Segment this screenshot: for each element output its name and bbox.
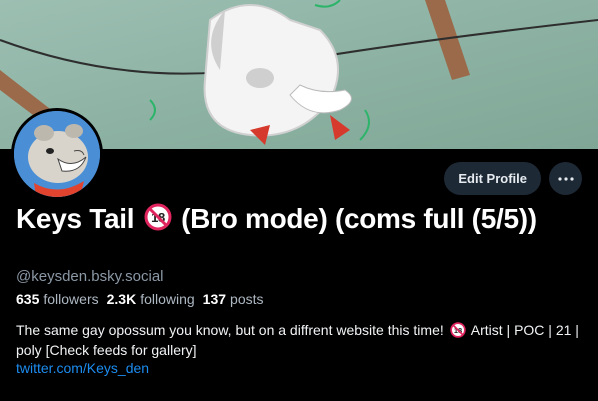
- no-under-18-icon: 18: [144, 203, 172, 231]
- profile-actions: Edit Profile: [444, 162, 582, 195]
- posts-stat: 137 posts: [203, 291, 264, 307]
- profile-link[interactable]: twitter.com/Keys_den: [16, 360, 149, 376]
- more-options-button[interactable]: [549, 162, 582, 195]
- followers-stat[interactable]: 635 followers: [16, 291, 99, 307]
- profile-avatar[interactable]: [11, 108, 103, 200]
- profile-stats: 635 followers 2.3K following 137 posts: [16, 291, 264, 307]
- followers-count: 635: [16, 291, 40, 307]
- profile-bio: The same gay opossum you know, but on a …: [16, 320, 594, 360]
- followers-label: followers: [43, 291, 99, 307]
- no-under-18-icon: 18: [449, 322, 466, 338]
- profile-handle[interactable]: @keysden.bsky.social: [16, 268, 164, 285]
- following-count: 2.3K: [106, 291, 137, 307]
- display-name-part1: Keys Tail: [16, 203, 135, 234]
- ellipsis-icon: [557, 176, 574, 181]
- posts-label: posts: [230, 291, 264, 307]
- edit-profile-button[interactable]: Edit Profile: [444, 162, 541, 195]
- bio-text-part1: The same gay opossum you know, but on a …: [16, 322, 444, 338]
- avatar-artwork: [14, 111, 100, 197]
- posts-count: 137: [202, 291, 227, 307]
- following-stat[interactable]: 2.3K following: [107, 291, 195, 307]
- following-label: following: [140, 291, 195, 307]
- display-name-part2: (Bro mode) (coms full (5/5)): [181, 203, 537, 234]
- display-name: Keys Tail 18 (Bro mode) (coms full (5/5)…: [16, 203, 556, 235]
